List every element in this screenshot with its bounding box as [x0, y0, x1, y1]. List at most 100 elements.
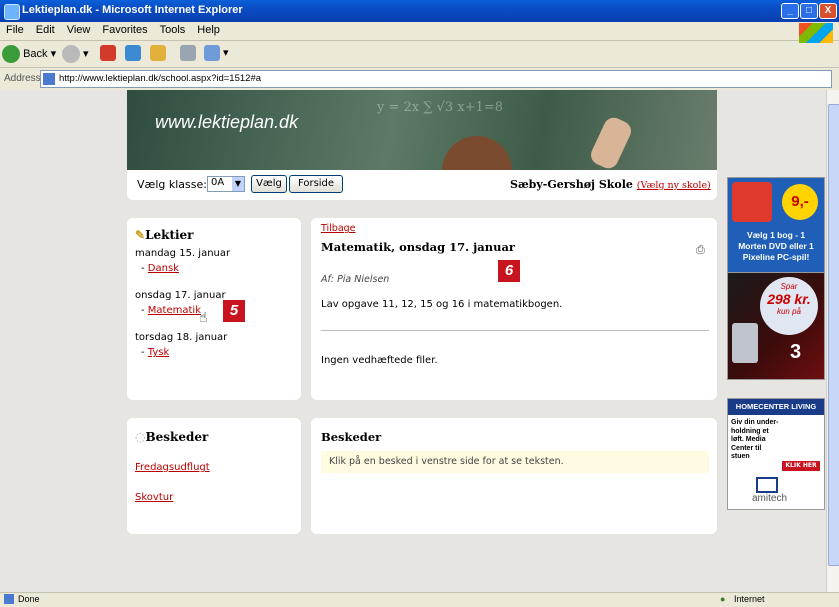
mail-icon: [204, 45, 220, 61]
address-url: http://www.lektieplan.dk/school.aspx?id=…: [59, 73, 262, 84]
speech-bubble-icon: ◌: [135, 430, 146, 444]
ad-savings-bubble: Spar 298 kr. kun på: [760, 277, 818, 335]
subject-link-dansk[interactable]: Dansk: [148, 263, 179, 274]
pencil-icon: ✎: [135, 228, 146, 242]
window-title: Lektieplan.dk - Microsoft Internet Explo…: [22, 4, 243, 16]
school-name-text: Sæby-Gershøj Skole: [510, 178, 633, 191]
done-page-icon: [4, 594, 14, 604]
ad-banner-phone[interactable]: Spar 298 kr. kun på 3: [727, 272, 825, 380]
ad-brand-3: 3: [790, 341, 802, 363]
stop-button[interactable]: [100, 45, 116, 63]
home-button[interactable]: [150, 45, 166, 63]
minimize-button[interactable]: _: [781, 3, 799, 19]
back-button[interactable]: Back ▾: [2, 45, 56, 63]
home-icon: [150, 45, 166, 61]
beskeder-list-panel: ◌Beskeder Fredagsudflugt Skovtur: [127, 418, 301, 534]
message-hint-box: Klik på en besked i venstre side for at …: [321, 451, 709, 473]
address-bar: Address http://www.lektieplan.dk/school.…: [0, 68, 839, 90]
lektier-heading-text: Lektier: [145, 228, 194, 242]
globe-icon: ●: [720, 594, 726, 604]
lesson-body: Lav opgave 11, 12, 15 og 16 i matematikb…: [321, 299, 563, 310]
menu-view[interactable]: View: [61, 22, 97, 38]
beskeder-detail-heading: Beskeder: [321, 430, 382, 444]
ad-savings-line2: kun på: [776, 307, 802, 316]
menu-file[interactable]: File: [0, 22, 30, 38]
menu-bar: File Edit View Favorites Tools Help: [0, 22, 839, 43]
homework-item: - Dansk: [141, 263, 179, 274]
menu-help[interactable]: Help: [191, 22, 226, 38]
zone-text: Internet: [734, 594, 765, 604]
ad-price: 9,-: [782, 184, 818, 220]
ad-phone-image: [732, 323, 758, 363]
message-link-skovtur[interactable]: Skovtur: [135, 492, 173, 503]
homework-item: - Tysk: [141, 347, 170, 358]
back-arrow-icon: [2, 45, 20, 63]
print-button[interactable]: [180, 45, 196, 63]
beskeder-heading: ◌Beskeder: [135, 430, 208, 444]
subject-link-tysk[interactable]: Tysk: [148, 347, 169, 358]
close-button[interactable]: X: [819, 3, 837, 19]
message-link-fredagsudflugt[interactable]: Fredagsudflugt: [135, 462, 210, 473]
ad-body-text: Giv din under-holdning et løft. Media Ce…: [731, 419, 779, 460]
refresh-button[interactable]: [125, 45, 141, 63]
address-label: Address: [4, 73, 41, 84]
site-logo-text[interactable]: www.lektieplan.dk: [155, 112, 298, 133]
tilbage-link[interactable]: Tilbage: [321, 223, 356, 234]
forside-button[interactable]: Forside: [289, 175, 343, 193]
school-name: Sæby-Gershøj Skole (Vælg ny skole): [510, 178, 711, 191]
ad-tv-icon: [756, 477, 778, 493]
step-badge-6: 6: [498, 260, 520, 282]
step-badge-5: 5: [223, 300, 245, 322]
beskeder-detail-panel: Beskeder Klik på en besked i venstre sid…: [311, 418, 717, 534]
vertical-scrollbar[interactable]: [826, 90, 839, 592]
hand-cursor-icon: ☝: [199, 310, 208, 326]
attachments-text: Ingen vedhæftede filer.: [321, 355, 438, 366]
lektier-panel: ✎Lektier mandag 15. januar - Dansk onsda…: [127, 218, 301, 400]
ad-brand-amitech: amitech: [752, 493, 788, 504]
window-titlebar[interactable]: Lektieplan.dk - Microsoft Internet Explo…: [0, 0, 839, 22]
back-label: Back: [23, 48, 48, 60]
forward-button[interactable]: ▾: [62, 45, 89, 63]
menu-edit[interactable]: Edit: [30, 22, 61, 38]
class-selector-bar: Vælg klasse: 0A ▼ Vælg Forside Sæby-Gers…: [127, 170, 717, 200]
menu-tools[interactable]: Tools: [154, 22, 192, 38]
day-date: onsdag 17. januar: [135, 290, 226, 301]
class-select-label: Vælg klasse:: [137, 178, 207, 191]
lektier-heading: ✎Lektier: [135, 228, 194, 242]
page-icon: [43, 73, 55, 85]
print-icon: [180, 45, 196, 61]
stop-icon: [100, 45, 116, 61]
ad-header: HOMECENTER LIVING: [728, 399, 824, 415]
ad-savings-amount: 298 kr.: [767, 291, 811, 307]
change-school-link[interactable]: (Vælg ny skole): [637, 180, 711, 191]
lesson-detail-panel: Tilbage Matematik, onsdag 17. januar ⎙ 6…: [311, 218, 717, 400]
lesson-author: Af: Pia Nielsen: [321, 274, 390, 285]
toolbar: Back ▾ ▾ ▾: [0, 41, 839, 68]
print-page-icon[interactable]: ⎙: [696, 243, 705, 257]
status-text: Done: [18, 594, 40, 604]
ad-click-button[interactable]: KLIK HER: [782, 461, 820, 471]
menu-favorites[interactable]: Favorites: [96, 22, 153, 38]
site-banner: www.lektieplan.dk y = 2x ∑ √3 x+1=8: [127, 90, 717, 170]
scrollbar-thumb[interactable]: [828, 104, 839, 566]
refresh-icon: [125, 45, 141, 61]
subject-link-matematik[interactable]: Matematik: [148, 305, 201, 316]
vaelg-button[interactable]: Vælg: [251, 175, 287, 193]
class-select[interactable]: 0A ▼: [207, 176, 245, 192]
beskeder-heading-text: Beskeder: [145, 430, 209, 444]
ad-savings-line1: Spar: [780, 282, 798, 291]
mail-button[interactable]: ▾: [204, 45, 229, 63]
page-content: www.lektieplan.dk y = 2x ∑ √3 x+1=8 Vælg…: [0, 90, 826, 592]
day-date: torsdag 18. januar: [135, 332, 228, 343]
ad-banner-homecenter[interactable]: HOMECENTER LIVING Giv din under-holdning…: [727, 398, 825, 510]
lesson-title: Matematik, onsdag 17. januar: [321, 240, 515, 254]
windows-logo-icon: [799, 23, 833, 43]
ad-text: Vælg 1 bog - 1 Morten DVD eller 1 Pixeli…: [738, 230, 814, 262]
ad-character-image: [732, 182, 772, 222]
class-select-value: 0A: [211, 177, 225, 188]
day-date: mandag 15. januar: [135, 248, 231, 259]
homework-item: - Matematik: [141, 305, 201, 316]
chevron-down-icon[interactable]: ▼: [232, 177, 244, 191]
address-input[interactable]: http://www.lektieplan.dk/school.aspx?id=…: [40, 70, 832, 88]
maximize-button[interactable]: □: [800, 3, 818, 19]
